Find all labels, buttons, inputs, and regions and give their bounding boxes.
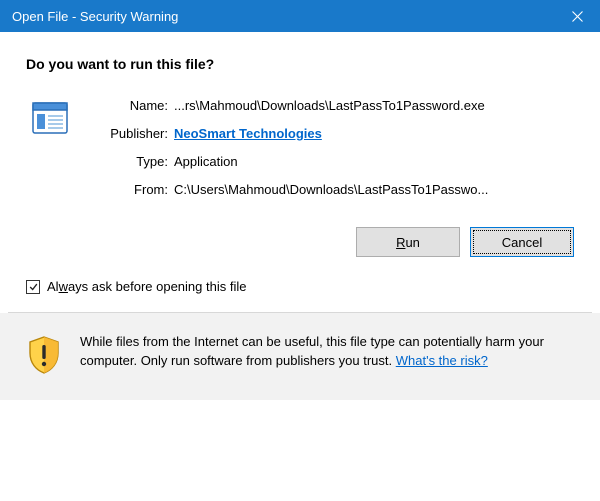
- file-details: Name: ...rs\Mahmoud\Downloads\LastPassTo…: [94, 98, 574, 197]
- heading: Do you want to run this file?: [26, 56, 574, 72]
- always-ask-checkbox[interactable]: [26, 280, 40, 294]
- file-info-row: Name: ...rs\Mahmoud\Downloads\LastPassTo…: [26, 98, 574, 197]
- button-row: Run Cancel: [0, 227, 574, 257]
- always-ask-row: Always ask before opening this file: [26, 279, 600, 294]
- dialog-body: Do you want to run this file? Name: ...r…: [0, 32, 600, 197]
- always-ask-label[interactable]: Always ask before opening this file: [47, 279, 246, 294]
- cancel-button[interactable]: Cancel: [470, 227, 574, 257]
- run-button[interactable]: Run: [356, 227, 460, 257]
- name-value: ...rs\Mahmoud\Downloads\LastPassTo1Passw…: [174, 98, 574, 113]
- publisher-label: Publisher:: [94, 126, 168, 141]
- close-button[interactable]: [554, 0, 600, 32]
- from-label: From:: [94, 182, 168, 197]
- application-icon: [30, 98, 70, 141]
- whats-the-risk-link[interactable]: What's the risk?: [396, 353, 488, 368]
- shield-warning-icon: [26, 335, 62, 378]
- close-icon: [572, 11, 583, 22]
- type-label: Type:: [94, 154, 168, 169]
- name-label: Name:: [94, 98, 168, 113]
- footer: While files from the Internet can be use…: [0, 313, 600, 400]
- type-value: Application: [174, 154, 574, 169]
- titlebar: Open File - Security Warning: [0, 0, 600, 32]
- footer-text: While files from the Internet can be use…: [80, 333, 574, 371]
- publisher-link[interactable]: NeoSmart Technologies: [174, 126, 322, 141]
- from-value: C:\Users\Mahmoud\Downloads\LastPassTo1Pa…: [174, 182, 574, 197]
- checkmark-icon: [28, 282, 39, 292]
- window-title: Open File - Security Warning: [12, 9, 178, 24]
